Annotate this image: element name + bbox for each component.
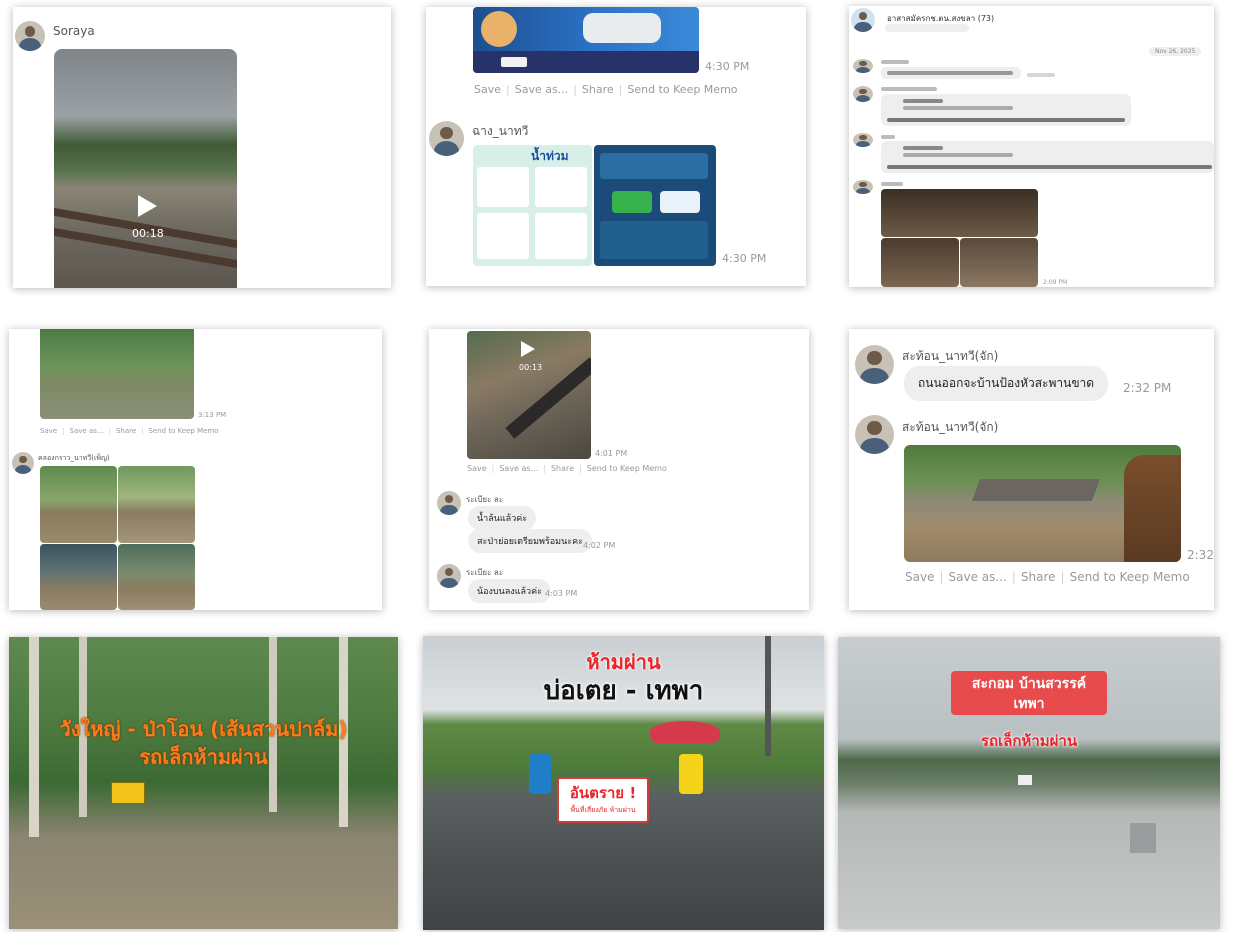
play-icon[interactable] [138, 195, 157, 217]
message-time: 2:09 PM [1043, 279, 1068, 286]
danger-sign-subtitle: พื้นที่เสี่ยงภัย ห้ามผ่าน [570, 806, 636, 814]
keep-memo-link[interactable]: Send to Keep Memo [149, 427, 219, 435]
message-bubble [881, 67, 1021, 79]
message-actions: Save | Save as... | Share | Send to Keep Memo [467, 464, 667, 473]
sender-name: ฉาง_นาทวี [472, 124, 529, 138]
message-actions: Save | Save as... | Share | Send to Keep Memo [474, 83, 738, 96]
shared-poster-image[interactable] [473, 7, 699, 73]
message-bubble: ถนนออกจะบ้านป้องหัวสะพานขาด [904, 366, 1109, 401]
chat-panel-khlong-krao: 3:13 PM Save | Save as... | Share | Send to Ke… [9, 329, 382, 610]
flood-road-photo-wang-yai[interactable]: วังใหญ่ - ป่าโอน (เส้นสวนปาล์ม) รถเล็กห้… [9, 637, 398, 929]
avatar[interactable] [853, 133, 873, 147]
message-time: 4:30 PM [705, 60, 750, 73]
message-time: 2:32 PM [1123, 381, 1172, 395]
save-as-link[interactable]: Save as... [515, 83, 568, 96]
message-time: 4:02 PM [583, 541, 616, 550]
video-duration: 00:13 [519, 363, 543, 372]
message-time: 4:03 PM [545, 589, 578, 598]
save-as-link[interactable]: Save as... [70, 427, 104, 435]
avatar[interactable] [437, 564, 461, 588]
vehicle-warning: รถเล็กห้ามผ่าน [980, 732, 1078, 750]
flood-photo[interactable] [118, 466, 195, 543]
flood-photo[interactable] [118, 544, 195, 610]
flood-photo[interactable] [40, 544, 117, 610]
group-avatar[interactable] [851, 8, 875, 32]
save-as-link[interactable]: Save as... [499, 464, 538, 473]
keep-memo-link[interactable]: Send to Keep Memo [587, 464, 667, 473]
infographic-title: น้ำท่วม [531, 149, 569, 163]
avatar[interactable] [853, 59, 873, 73]
route-warning-line2: รถเล็กห้ามผ่าน [139, 745, 268, 769]
save-link[interactable]: Save [474, 83, 501, 96]
sender-name: สะท้อน_นาทวี(จัก) [902, 349, 999, 363]
group-chat-panel: อาสาสมัครกช.ตน.สงขลา (73) Nov 26, 2025 2… [849, 6, 1214, 287]
chat-panel-infographic: 4:30 PM Save | Save as... | Share | Send to Ke… [426, 7, 806, 286]
sender-name: ระเบียะ ละ [466, 568, 504, 577]
message-time: 4:30 PM [722, 252, 767, 265]
flood-infographic-2[interactable] [594, 145, 716, 266]
chat-panel-rabiya: 00:13 4:01 PM Save | Save as... | Share | Send… [429, 329, 809, 610]
save-as-link[interactable]: Save as... [949, 570, 1007, 584]
avatar[interactable] [853, 86, 873, 102]
message-actions: Save | Save as... | Share | Send to Keep Memo [40, 427, 219, 435]
route-name: บ่อเตย - เทพา [543, 676, 704, 706]
message-bubble: น้ำล้นแล้วค่ะ [468, 506, 537, 530]
flood-photo[interactable] [40, 466, 117, 543]
message-time: 4:01 PM [595, 449, 628, 458]
video-duration: 00:18 [132, 227, 164, 240]
message-time: 2:32 [1187, 548, 1214, 562]
location-line1: สะกอม บ้านสวรรค์ [971, 676, 1087, 692]
message-time: 3:13 PM [198, 411, 227, 419]
avatar[interactable] [855, 415, 894, 454]
share-link[interactable]: Share [116, 427, 136, 435]
sender-name: Soraya [53, 24, 95, 38]
sender-name: คลองกราว_นาทวี(เพ็ญ) [38, 454, 110, 462]
flood-photo[interactable] [881, 238, 959, 287]
avatar[interactable] [429, 121, 464, 156]
message-bubble: สะป่าย่อยเตรียมพร้อมนะคะ [468, 529, 592, 553]
save-link[interactable]: Save [467, 464, 487, 473]
location-line2: เทพา [1013, 696, 1045, 712]
broken-bridge-photo[interactable] [904, 445, 1181, 562]
danger-sign-title: อันตราย ! [569, 784, 637, 802]
message-bubble: น้องบนลงแล้วค่ะ [468, 579, 551, 603]
sender-name: สะท้อน_นาทวี(จัก) [902, 420, 999, 434]
avatar[interactable] [15, 21, 45, 51]
reply-bubble [881, 141, 1214, 173]
flooded-field-photo[interactable] [40, 329, 194, 419]
flood-drain-video[interactable]: 00:13 [467, 331, 591, 459]
chat-panel-soraya: Soraya 00:18 [13, 7, 391, 288]
avatar[interactable] [855, 345, 894, 384]
message-actions: Save | Save as... | Share | Send to Keep Memo [905, 570, 1190, 584]
flood-photo[interactable] [881, 189, 1038, 237]
play-icon[interactable] [521, 341, 535, 357]
sender-name: ระเบียะ ละ [466, 495, 504, 504]
reply-bubble [881, 94, 1131, 126]
avatar[interactable] [437, 491, 461, 515]
avatar[interactable] [853, 180, 873, 194]
share-link[interactable]: Share [582, 83, 614, 96]
keep-memo-link[interactable]: Send to Keep Memo [627, 83, 737, 96]
flood-photo[interactable] [960, 238, 1038, 287]
date-separator: Nov 26, 2025 [1149, 47, 1202, 56]
flood-infographic-1[interactable]: น้ำท่วม [473, 145, 592, 266]
avatar[interactable] [12, 452, 34, 474]
danger-sign: อันตราย ! พื้นที่เสี่ยงภัย ห้ามผ่าน [557, 777, 649, 823]
share-link[interactable]: Share [551, 464, 574, 473]
flood-highway-photo-sakom[interactable]: สะกอม บ้านสวรรค์ เทพา รถเล็กห้ามผ่าน [838, 637, 1220, 929]
chat-panel-sathon: สะท้อน_นาทวี(จัก) ถนนออกจะบ้านป้องหัวสะพ… [849, 329, 1214, 610]
share-link[interactable]: Share [1021, 570, 1056, 584]
flood-railway-video[interactable]: 00:18 [54, 49, 237, 288]
save-link[interactable]: Save [40, 427, 57, 435]
save-link[interactable]: Save [905, 570, 934, 584]
road-closure-photo-bo-toei[interactable]: ห้ามผ่าน บ่อเตย - เทพา อันตราย ! พื้นที่… [423, 636, 824, 930]
keep-memo-link[interactable]: Send to Keep Memo [1070, 570, 1190, 584]
